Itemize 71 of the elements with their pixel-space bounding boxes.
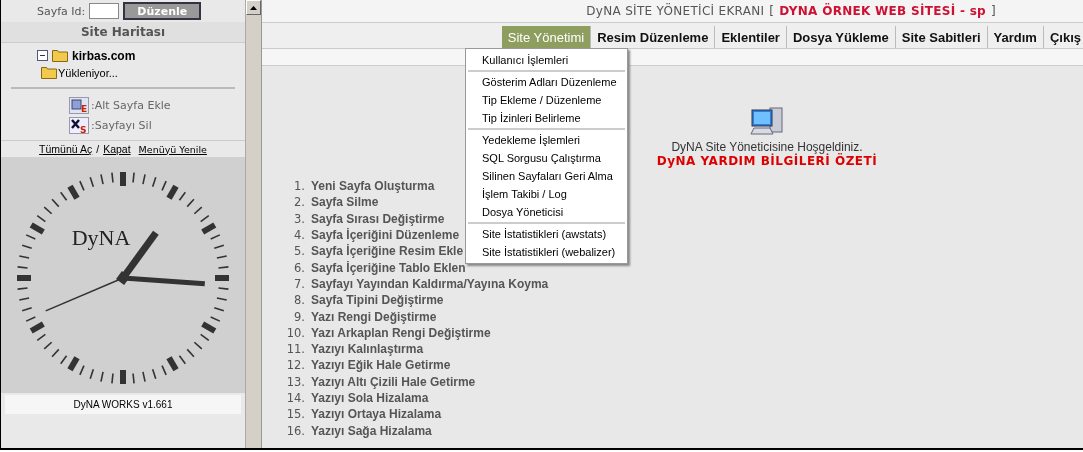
collapse-link[interactable]: Kapat [103, 143, 131, 155]
list-number: 4. [293, 228, 306, 243]
help-topic: Yazıyı Eğik Hale Getirme [311, 358, 451, 373]
menu-item[interactable]: Yedekleme İşlemleri [468, 131, 625, 149]
analog-clock-drawing: DyNA [1, 157, 245, 393]
window-title: DyNA SİTE YÖNETİCİ EKRANI [586, 4, 765, 18]
help-topic: Sayfa İçeriğine Resim Ekle [311, 244, 464, 259]
list-number: 15. [285, 407, 306, 422]
tree-item[interactable]: Yükleniyor... [58, 66, 118, 79]
list-number: 3. [293, 211, 306, 226]
up-arrow-icon [250, 5, 257, 10]
menu-item[interactable]: Site İstatistikleri (awstats) [468, 225, 625, 243]
computer-icon [750, 106, 784, 138]
site-name: DYNA ÖRNEK WEB SİTESİ - sp [779, 4, 986, 18]
delete-page-icon: S [69, 117, 89, 134]
help-topic: Yazıyı Altı Çizili Hale Getirme [311, 374, 476, 389]
page-id-field[interactable] [89, 3, 120, 19]
list-number: 16. [285, 423, 306, 438]
add-page-icon: E [69, 97, 89, 114]
menu-item[interactable]: İşlem Takibi / Log [468, 185, 625, 203]
list-number: 7. [293, 276, 306, 291]
help-topic: Yazı Arkaplan Rengi Değiştirme [311, 325, 491, 340]
list-number: 14. [285, 391, 306, 405]
list-number: 6. [293, 260, 306, 275]
list-number: 1. [293, 179, 306, 194]
list-number: 9. [293, 309, 306, 324]
version-label: DyNA WORKS v1.661 [5, 395, 241, 414]
welcome-text: DyNA Site Yöneticisine Hoşgeldiniz. [671, 140, 863, 154]
expand-all-link[interactable]: Tümünü Aç [39, 143, 93, 155]
help-topic: Sayfa Tipini Değiştirme [311, 293, 444, 308]
scrollbar[interactable] [245, 0, 261, 448]
list-number: 13. [285, 374, 306, 389]
help-topic: Yazıyı Kalınlaştırma [311, 342, 424, 357]
help-topic: Yazı Rengi Değiştirme [311, 309, 437, 324]
help-topic: Sayfa Sırası Değiştirme [311, 211, 445, 226]
menu-item[interactable]: Gösterim Adları Düzenleme [468, 73, 625, 91]
menu-item[interactable]: SQL Sorgusu Çalıştırma [468, 149, 625, 167]
list-number: 12. [285, 358, 306, 373]
refresh-menu-link[interactable]: Menüyü Yenile [138, 143, 207, 155]
menu-item[interactable]: Tip İzinleri Belirleme [468, 109, 625, 127]
folder-icon [52, 49, 68, 62]
list-number: 2. [293, 195, 306, 210]
legend-text: :Alt Sayfa Ekle [91, 99, 171, 112]
help-topic: Sayfa Silme [311, 195, 379, 210]
bracket: [ [769, 4, 775, 18]
menu-item[interactable]: Tip Ekleme / Düzenleme [468, 91, 625, 109]
menu-item[interactable]: Site İstatistikleri (webalizer) [468, 243, 625, 261]
menu-item[interactable]: Kullanıcı İşlemleri [468, 51, 625, 69]
list-number: 5. [293, 244, 306, 259]
help-topic: Sayfa İçeriğine Tablo Eklen [311, 260, 466, 275]
help-heading: DyNA YARDIM BİLGİLERİ ÖZETİ [656, 154, 878, 168]
scroll-up-button[interactable] [246, 0, 261, 15]
bracket: ] [991, 4, 996, 18]
help-topic: Sayfa İçeriğini Düzenleme [311, 228, 460, 243]
list-number: 11. [285, 342, 306, 357]
help-topic: Yazıyı Sağa Hizalama [311, 423, 432, 438]
site-map-title: Site Haritası [1, 22, 245, 43]
collapse-icon[interactable] [37, 50, 48, 61]
list-number: 10. [285, 325, 306, 340]
legend-text: :Sayfayı Sil [91, 119, 152, 132]
page-id-label: Sayfa Id: [37, 4, 86, 18]
slash-separator: / [96, 143, 100, 155]
help-topic: Yazıyı Sola Hizalama [311, 391, 429, 405]
help-topic: Sayfayı Yayından Kaldırma/Yayına Koyma [311, 276, 549, 291]
tree-item[interactable]: kirbas.com [72, 48, 136, 63]
list-number: 8. [293, 293, 306, 308]
folder-icon [41, 66, 57, 79]
menu-item[interactable]: Silinen Sayfaları Geri Alma [468, 167, 625, 185]
help-topic: Yazıyı Ortaya Hizalama [311, 407, 442, 422]
help-topic: Yeni Sayfa Oluşturma [311, 179, 435, 194]
menu-item[interactable]: Dosya Yöneticisi [468, 203, 625, 221]
